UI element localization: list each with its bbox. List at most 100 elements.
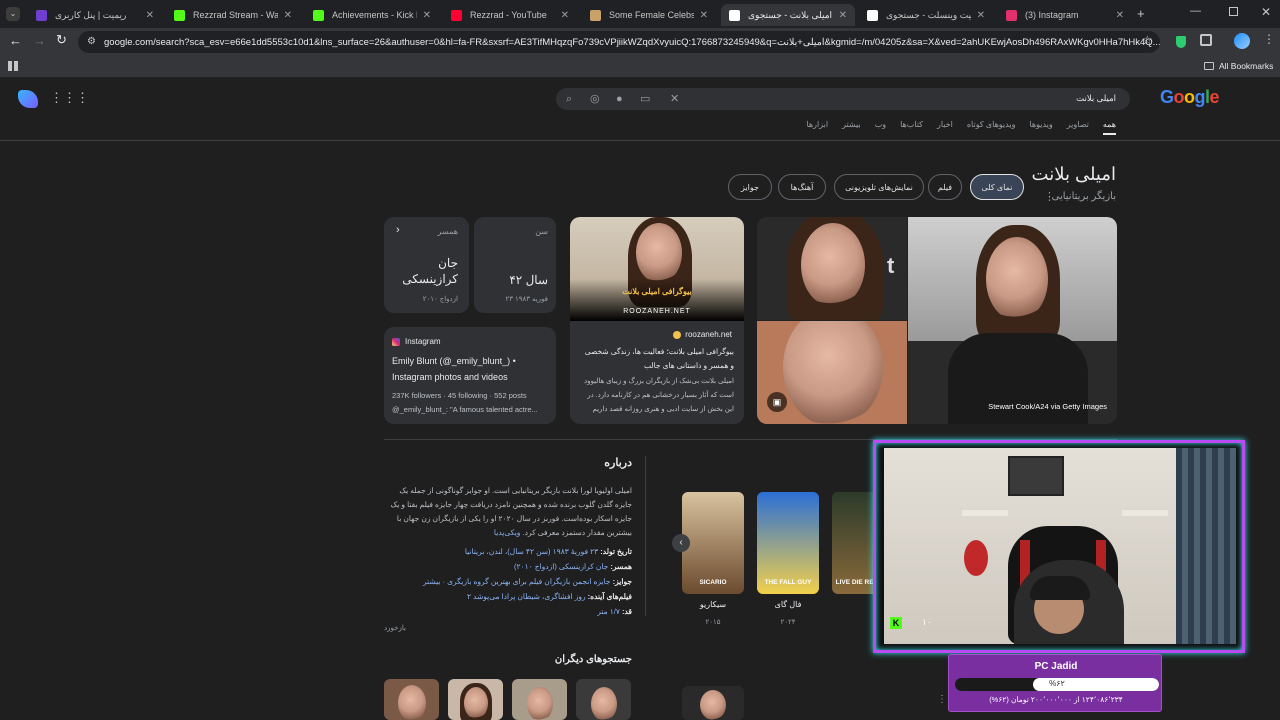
feedback-link[interactable]: بازخورد (384, 624, 406, 632)
chip-3[interactable]: نمایش‌های تلویزیونی (834, 174, 924, 200)
tab-close-icon[interactable]: ✕ (839, 10, 847, 21)
menu-kebab-icon[interactable]: ⋮ (1263, 32, 1275, 46)
instagram-title[interactable]: Emily Blunt (@_emily_blunt_) • Instagram… (392, 353, 548, 385)
bookmark-star-icon[interactable]: ☆ (1142, 33, 1153, 47)
lens-icon[interactable]: ◎ (590, 92, 600, 106)
tab-1[interactable]: ریمیت | پنل کاربری ✕ (28, 4, 162, 26)
tab-close-icon[interactable]: ✕ (561, 10, 569, 21)
instagram-card[interactable]: Instagram Emily Blunt (@_emily_blunt_) •… (384, 327, 556, 424)
tab-search-button[interactable]: ⌄ (6, 7, 20, 21)
tab-close-icon[interactable]: ✕ (423, 10, 431, 21)
age-card[interactable]: سن ۴۲ سال ۲۳ فوریه ۱۹۸۳ (474, 217, 556, 313)
movie-poster[interactable]: SICARIO (682, 492, 744, 594)
mic-icon[interactable]: ● (616, 92, 623, 106)
tab-close-icon[interactable]: ✕ (1116, 10, 1124, 21)
article-title[interactable]: بیوگرافی امیلی بلانت؛ فعالیت ها، زندگی ش… (580, 345, 734, 373)
related-thumb[interactable] (682, 686, 744, 720)
new-tab-button[interactable]: + (1137, 6, 1145, 21)
address-bar[interactable]: ⚙ google.com/search?sca_esv=e66e1dd5553c… (78, 31, 1160, 53)
chevron-right-icon[interactable]: › (396, 224, 400, 236)
tab-3[interactable]: Achievements - Kick Dash ✕ (305, 4, 439, 26)
tab-7[interactable]: کیت وینسلت - جستجوی Goo ✕ (859, 4, 993, 26)
chip-4[interactable]: آهنگ‌ها (778, 174, 826, 200)
entity-more-icon[interactable]: ⋮ (1044, 190, 1055, 203)
spouse-card[interactable]: همسر › جان کرازینسکی ازدواج ۲۰۱۰ (384, 217, 469, 313)
other-search-thumb-3[interactable] (512, 679, 567, 720)
tab-8[interactable]: (3) Instagram ✕ (998, 4, 1132, 26)
movie-poster[interactable]: THE FALL GUY (757, 492, 819, 594)
site-info-icon[interactable]: ⚙ (87, 36, 96, 47)
image-search-icon[interactable]: ▣ (767, 392, 787, 412)
other-search-thumb-4[interactable] (576, 679, 631, 720)
forward-button[interactable]: → (33, 33, 46, 48)
spouse-label: همسر (437, 227, 458, 236)
donation-percent: %۶۲ (1049, 679, 1065, 688)
tab-6[interactable]: امیلی بلانت - جستجوی Goo ✕ (721, 4, 855, 26)
apps-grid-icon[interactable] (8, 61, 18, 71)
about-text: امیلی اولیویا لورا بلانت بازیگر بریتانیا… (390, 486, 632, 537)
result-more-icon[interactable]: ⋮ (937, 694, 947, 705)
fact-value[interactable]: جان کرازینسکی (ازدواج ۲۰۱۰) (514, 562, 608, 571)
image-collage[interactable]: t Stewart Cook/A24 via Getty Images ▣ (757, 217, 1117, 424)
nav-tab-5[interactable]: اخبار (937, 120, 953, 135)
nav-tab-4[interactable]: ویدیوهای کوتاه (967, 120, 1016, 135)
chip-2[interactable]: فیلم (928, 174, 962, 200)
collage-photo-3[interactable]: Stewart Cook/A24 via Getty Images (908, 217, 1117, 424)
tab-close-icon[interactable]: ✕ (977, 10, 985, 21)
fact-value[interactable]: ۲۳ فوریهٔ ۱۹۸۳ (سن ۴۲ سال)، لندن، بریتان… (465, 547, 598, 556)
reload-button[interactable]: ↻ (56, 32, 67, 48)
nav-tab-2[interactable]: تصاویر (1067, 120, 1089, 135)
other-search-thumb-2[interactable] (448, 679, 503, 720)
extension-shield-icon[interactable] (1176, 36, 1186, 48)
fact-label: همسر: (610, 562, 632, 571)
maximize-button[interactable] (1229, 7, 1238, 16)
nav-tab-8[interactable]: بیشتر (842, 120, 861, 135)
google-logo[interactable]: Google (1160, 87, 1220, 108)
carousel-prev-button[interactable]: ‹ (672, 534, 690, 552)
page-logo-icon[interactable] (18, 90, 38, 108)
tab-2[interactable]: Rezzrad Stream - Watch L ✕ (166, 4, 300, 26)
fact-value[interactable]: روز افشاگری، شیطان پرادا می‌پوشد ۲ (467, 592, 586, 601)
clear-icon[interactable]: ✕ (670, 92, 679, 106)
nav-tab-9[interactable]: ابزارها (806, 120, 828, 135)
extensions-icon[interactable] (1200, 34, 1212, 46)
keyboard-icon[interactable]: ▭ (640, 92, 650, 106)
profile-avatar[interactable] (1234, 33, 1250, 49)
apps-grid-icon[interactable]: ⋮⋮⋮ (50, 90, 89, 106)
tab-favicon-icon (451, 9, 462, 21)
fact-value[interactable]: ۱/۷ متر (597, 607, 620, 616)
wikipedia-link[interactable]: ویکی‌پدیا (494, 528, 521, 537)
tab-title: امیلی بلانت - جستجوی Goo (748, 9, 833, 20)
all-bookmarks-button[interactable]: All Bookmarks (1204, 61, 1273, 71)
tab-close-icon[interactable]: ✕ (284, 10, 292, 21)
tab-title: (3) Instagram (1025, 10, 1079, 20)
close-window-button[interactable]: ✕ (1261, 5, 1271, 19)
spouse-value: جان کرازینسکی (402, 256, 458, 286)
search-bar[interactable]: ⌕ ◎ ● ▭ ✕ امیلی بلانت (556, 88, 1130, 110)
tab-favicon-icon (590, 9, 601, 21)
nav-tab-6[interactable]: کتاب‌ها (900, 120, 923, 135)
other-search-thumb-1[interactable] (384, 679, 439, 720)
nav-tab-1[interactable]: همه (1102, 120, 1116, 135)
chip-1[interactable]: نمای کلی (970, 174, 1024, 200)
movie-title[interactable]: سیکاریو (682, 600, 744, 609)
shelf (962, 510, 1008, 516)
tab-4[interactable]: Rezzrad - YouTube ✕ (443, 4, 577, 26)
search-input[interactable]: امیلی بلانت (1076, 93, 1116, 104)
collage-photo-1[interactable]: t (757, 217, 907, 320)
nav-tab-3[interactable]: ویدیوها (1029, 120, 1052, 135)
search-icon[interactable]: ⌕ (566, 92, 572, 106)
nav-tab-7[interactable]: وب (875, 120, 886, 135)
minimize-button[interactable]: — (1190, 5, 1201, 17)
chip-5[interactable]: جوایز (728, 174, 772, 200)
back-button[interactable]: ← (9, 33, 22, 48)
fact-value[interactable]: جایزه انجمن بازیگران فیلم برای بهترین گر… (423, 577, 611, 586)
article-card[interactable]: بیوگرافی امیلی بلانت ROOZANEH.NET roozan… (570, 217, 744, 424)
photo-credit: Stewart Cook/A24 via Getty Images (988, 402, 1107, 411)
tab-5[interactable]: Some Female Celebs ✕ (582, 4, 716, 26)
tab-close-icon[interactable]: ✕ (146, 10, 154, 21)
tab-close-icon[interactable]: ✕ (700, 10, 708, 21)
movie-title[interactable]: فال گای (757, 600, 819, 609)
movie-year: ۲۰۱۵ (705, 619, 721, 626)
donation-goal-widget: PC Jadid %۶۲ ۱۲۴٬۰۸۶٬۲۳۴ از ۲۰۰٬۰۰۰٬۰۰۰ … (948, 654, 1162, 712)
